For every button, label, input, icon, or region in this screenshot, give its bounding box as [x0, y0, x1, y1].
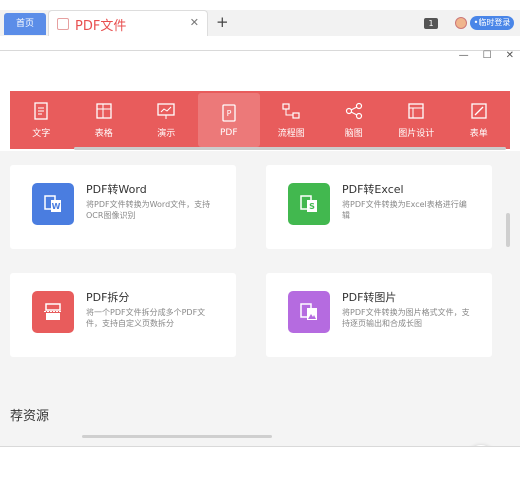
app-category-toolbar: 文字 表格 演示 P PDF 流程图 脑图 图片设计 表单 — [10, 91, 510, 149]
card-description: 将PDF文件转换为图片格式文件，支持逐页输出和合成长图 — [342, 308, 470, 328]
toolbar-item-presentation[interactable]: 演示 — [135, 91, 198, 149]
toolbar-item-pdf[interactable]: P PDF — [197, 93, 260, 147]
tab-bar: 首页 PDF文件 ✕ + 1 •临时登录 — [0, 10, 520, 36]
pdf-tools-panel: W PDF转Word 将PDF文件转换为Word文件，支持OCR图像识别 S P… — [0, 151, 520, 446]
tab-pdf-file[interactable]: PDF文件 ✕ — [48, 10, 208, 36]
card-description: 将PDF文件转换为Word文件，支持OCR图像识别 — [86, 200, 211, 220]
toolbar-item-label: 表格 — [94, 129, 113, 139]
app-window: 文字 表格 演示 P PDF 流程图 脑图 图片设计 表单 W PDF转Word… — [0, 50, 520, 447]
toolbar-item-mindmap[interactable]: 脑图 — [323, 91, 386, 149]
close-window-icon[interactable]: ✕ — [506, 50, 514, 62]
form-icon — [471, 103, 487, 119]
pdf-split-icon — [32, 291, 74, 333]
card-title: PDF转Excel — [342, 183, 404, 196]
temporary-login-button[interactable]: •临时登录 — [470, 16, 514, 30]
presentation-icon — [157, 103, 175, 119]
pdf-icon: P — [222, 103, 236, 122]
tab-home[interactable]: 首页 — [4, 13, 46, 35]
pdf-to-word-icon: W — [32, 183, 74, 225]
card-pdf-split[interactable]: PDF拆分 将一个PDF文件拆分成多个PDF文件，支持自定义页数拆分 — [10, 273, 236, 357]
toolbar-item-label: 图片设计 — [398, 129, 435, 139]
close-tab-icon[interactable]: ✕ — [190, 16, 199, 29]
text-doc-icon — [34, 102, 48, 120]
notification-badge[interactable]: 1 — [424, 18, 438, 29]
toolbar-item-table[interactable]: 表格 — [73, 91, 136, 149]
card-title: PDF转图片 — [342, 291, 397, 304]
document-icon — [57, 18, 69, 30]
svg-text:S: S — [309, 202, 315, 211]
maximize-icon[interactable]: ☐ — [483, 50, 492, 62]
toolbar-item-label: 脑图 — [344, 129, 363, 139]
toolbar-item-label: 流程图 — [277, 129, 305, 139]
vertical-scrollbar[interactable] — [506, 213, 510, 247]
toolbar-item-text[interactable]: 文字 — [10, 91, 73, 149]
card-title: PDF转Word — [86, 183, 147, 196]
svg-text:W: W — [52, 202, 61, 211]
avatar[interactable] — [455, 17, 467, 29]
horizontal-scrollbar[interactable] — [82, 435, 272, 438]
mindmap-icon — [345, 102, 362, 120]
window-controls: — ☐ ✕ — [459, 50, 514, 62]
new-tab-button[interactable]: + — [216, 13, 229, 31]
pdf-to-excel-icon: S — [288, 183, 330, 225]
card-pdf-to-excel[interactable]: S PDF转Excel 将PDF文件转换为Excel表格进行编辑 — [266, 165, 492, 249]
minimize-icon[interactable]: — — [459, 50, 469, 62]
card-title: PDF拆分 — [86, 291, 130, 304]
section-title: 荐资源 — [10, 409, 50, 424]
card-pdf-to-image[interactable]: PDF转图片 将PDF文件转换为图片格式文件，支持逐页输出和合成长图 — [266, 273, 492, 357]
pdf-to-image-icon — [288, 291, 330, 333]
card-pdf-to-word[interactable]: W PDF转Word 将PDF文件转换为Word文件，支持OCR图像识别 — [10, 165, 236, 249]
toolbar-item-label: 演示 — [157, 129, 176, 139]
card-description: 将一个PDF文件拆分成多个PDF文件，支持自定义页数拆分 — [86, 308, 206, 328]
flowchart-icon — [282, 103, 300, 119]
toolbar-item-label: 表单 — [469, 129, 488, 139]
toolbar-item-label: 文字 — [32, 129, 51, 139]
card-description: 将PDF文件转换为Excel表格进行编辑 — [342, 200, 467, 220]
toolbar-item-flowchart[interactable]: 流程图 — [260, 91, 323, 149]
table-icon — [96, 103, 112, 119]
toolbar-item-label: PDF — [219, 127, 238, 138]
toolbar-item-image-design[interactable]: 图片设计 — [385, 91, 448, 149]
feedback-button[interactable] — [466, 445, 496, 446]
image-design-icon — [408, 103, 424, 119]
tab-pdf-file-title: PDF文件 — [75, 19, 127, 34]
svg-text:P: P — [226, 109, 231, 118]
toolbar-scrollbar[interactable] — [74, 147, 506, 150]
toolbar-item-form[interactable]: 表单 — [448, 91, 511, 149]
